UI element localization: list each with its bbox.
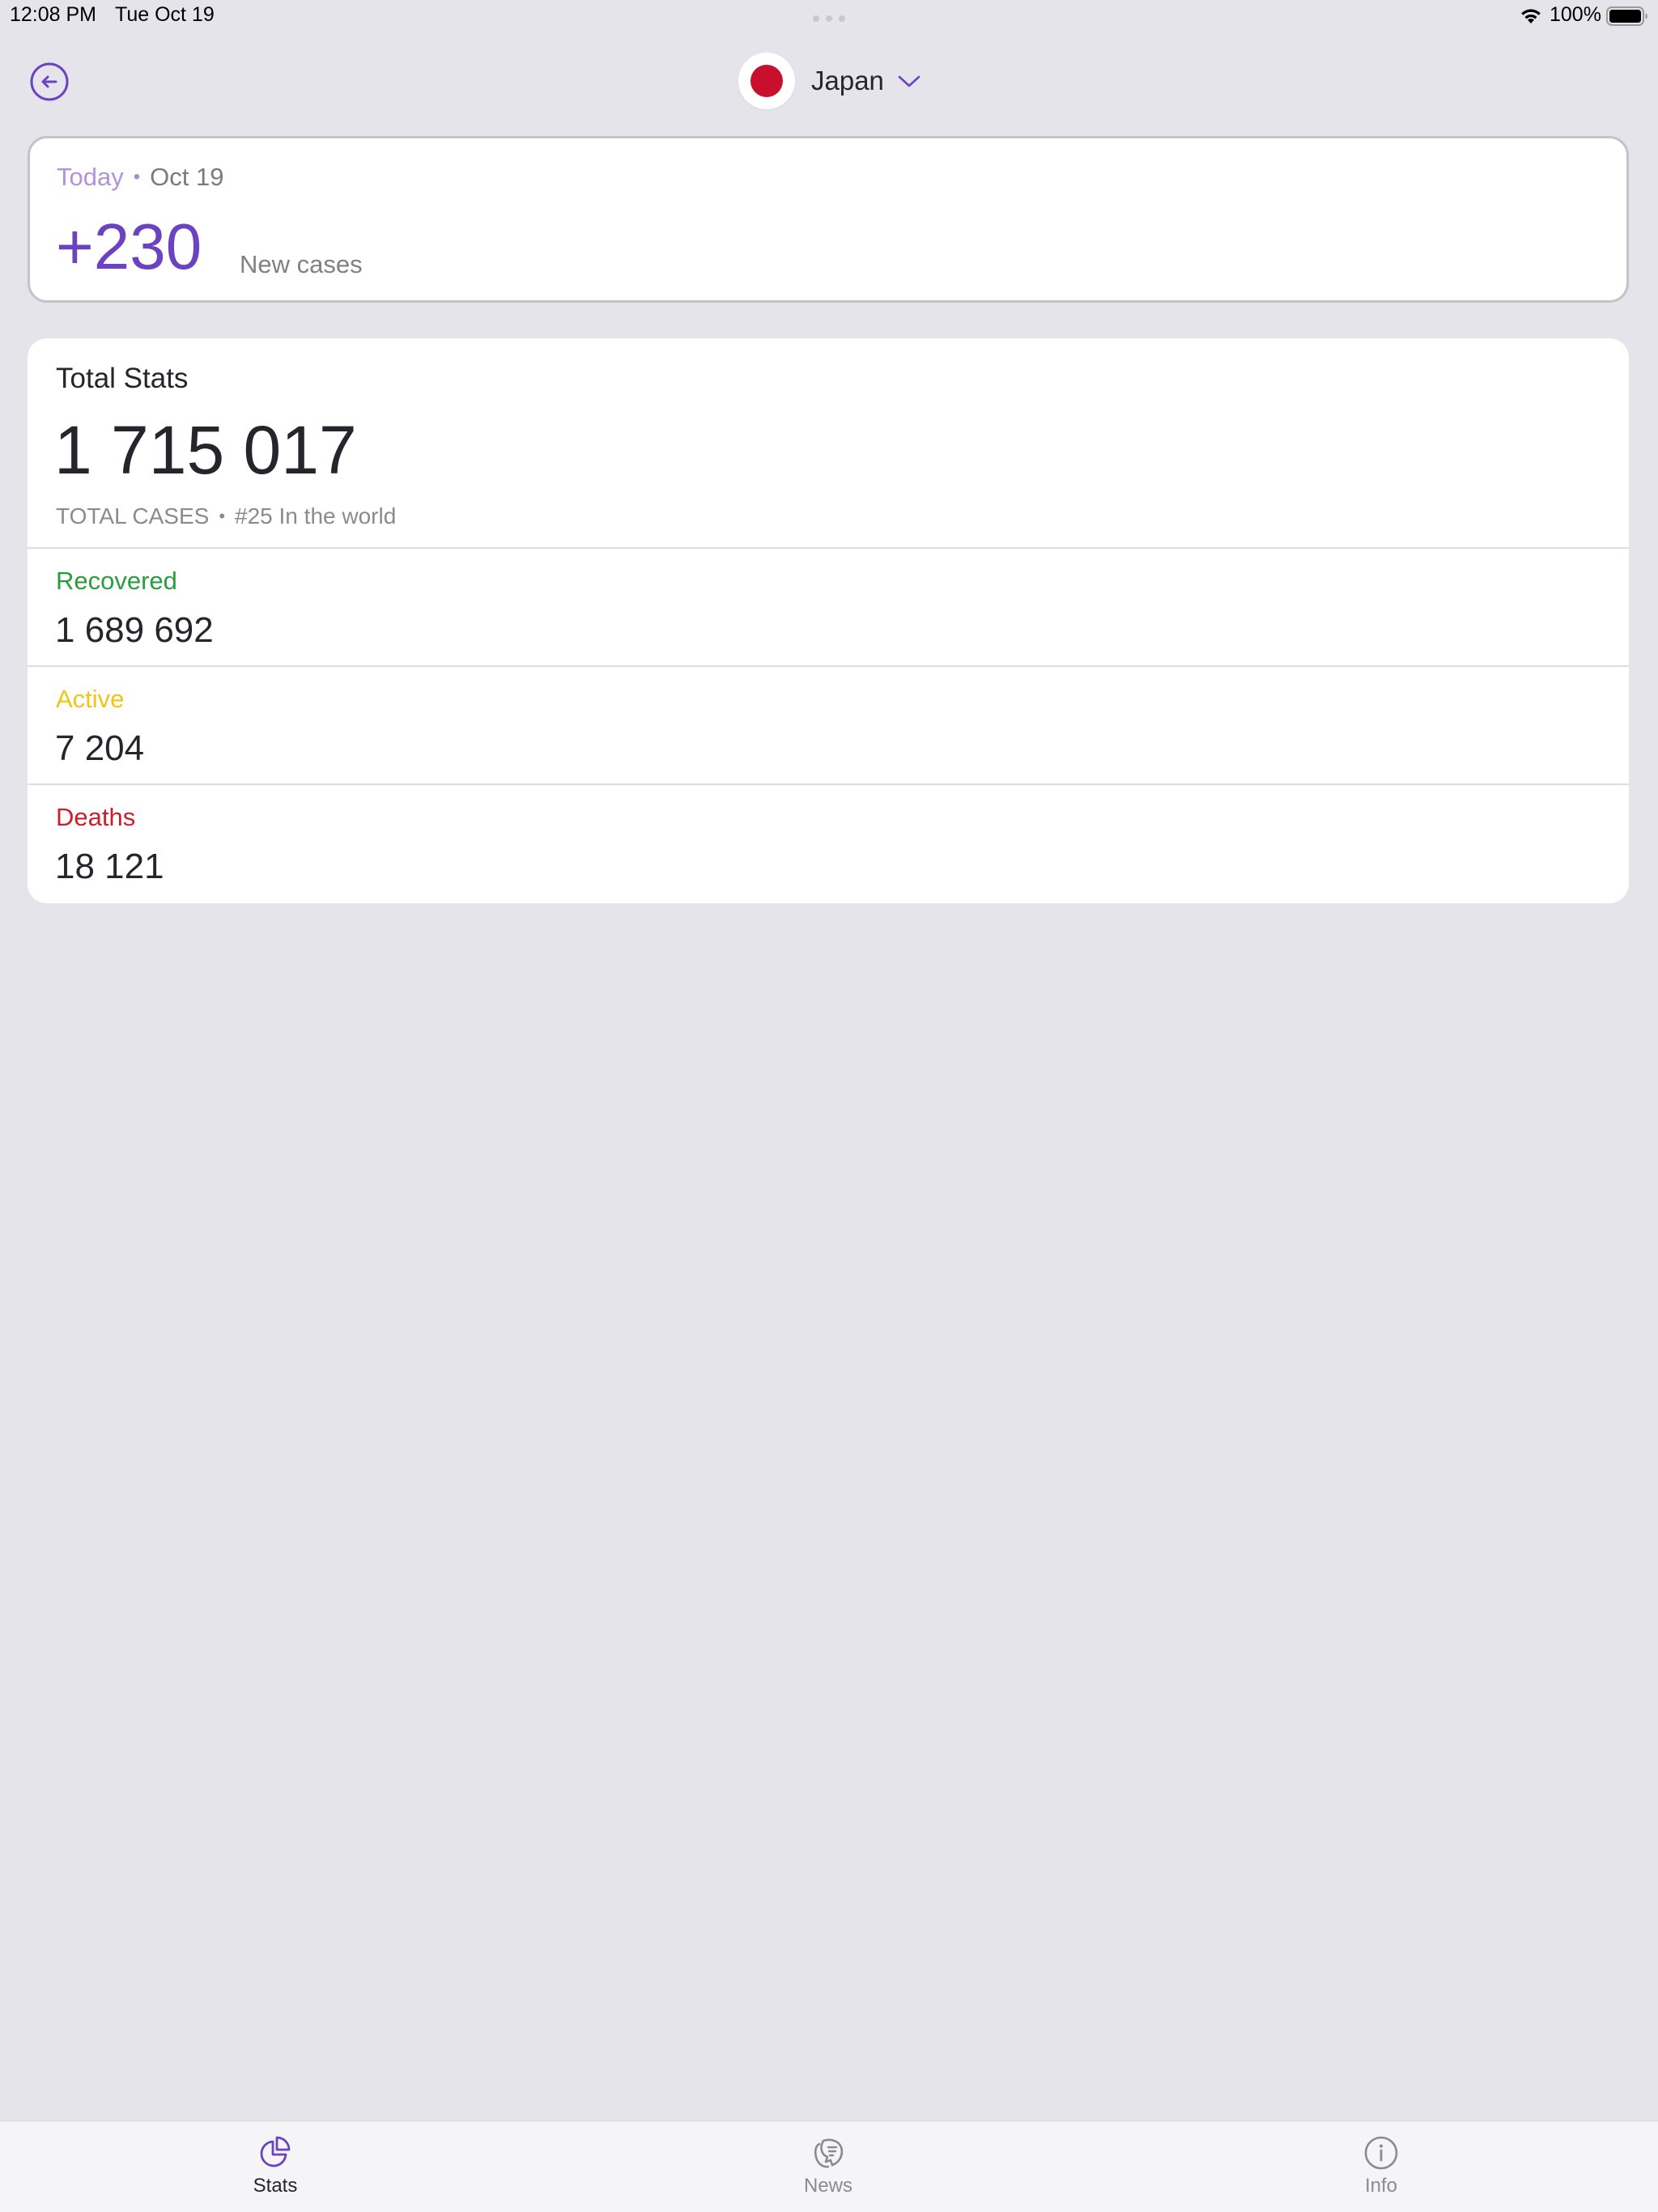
tab-info[interactable]: Info (1324, 2134, 1438, 2207)
pie-chart-icon (260, 2136, 291, 2167)
divider (28, 665, 1629, 667)
world-rank: #25 In the world (235, 503, 397, 529)
tab-news-label: News (803, 2175, 852, 2197)
tab-stats-label: Stats (253, 2175, 298, 2197)
battery-icon (1606, 6, 1647, 26)
today-header: Today • Oct 19 (57, 163, 223, 192)
recovered-label: Recovered (56, 567, 177, 595)
info-icon (1364, 2136, 1398, 2170)
country-selector[interactable]: Japan (738, 52, 921, 110)
total-cases-value: 1 715 017 (54, 412, 357, 488)
country-name: Japan (811, 66, 884, 96)
total-cases-subline: TOTAL CASES • #25 In the world (56, 503, 396, 529)
tab-info-label: Info (1364, 2175, 1398, 2197)
multitasking-dots-icon[interactable] (813, 15, 845, 22)
tab-news[interactable]: News (772, 2134, 885, 2207)
flag-sun (750, 65, 783, 97)
news-icon (814, 2138, 844, 2168)
today-card: Today • Oct 19 +230 New cases (28, 136, 1629, 303)
japan-flag-icon (738, 53, 795, 109)
back-arrow-button[interactable] (29, 62, 70, 102)
subline-separator: • (219, 506, 226, 526)
total-stats-card: Total Stats 1 715 017 TOTAL CASES • #25 … (28, 338, 1629, 903)
battery-percentage: 100% (1550, 3, 1601, 26)
total-stats-title: Total Stats (56, 363, 189, 394)
tab-bar: Stats News Info (0, 2121, 1658, 2212)
new-cases-caption: New cases (240, 250, 363, 278)
total-cases-label: TOTAL CASES (56, 503, 210, 529)
deaths-label: Deaths (56, 803, 136, 831)
tab-stats[interactable]: Stats (219, 2134, 332, 2207)
active-label: Active (56, 685, 125, 713)
status-date: Tue Oct 19 (115, 3, 215, 26)
chevron-down-icon (898, 75, 920, 87)
new-cases-value: +230 (56, 210, 202, 282)
divider (28, 547, 1629, 549)
today-date: Oct 19 (150, 163, 224, 191)
recovered-value: 1 689 692 (55, 610, 214, 650)
wifi-icon (1521, 9, 1541, 23)
status-time: 12:08 PM (10, 3, 97, 26)
today-separator: • (133, 166, 141, 188)
deaths-value: 18 121 (55, 847, 164, 886)
active-value: 7 204 (55, 728, 145, 768)
divider (28, 783, 1629, 785)
today-label: Today (57, 163, 124, 191)
status-bar: 12:08 PM Tue Oct 19 100% (0, 0, 1658, 32)
